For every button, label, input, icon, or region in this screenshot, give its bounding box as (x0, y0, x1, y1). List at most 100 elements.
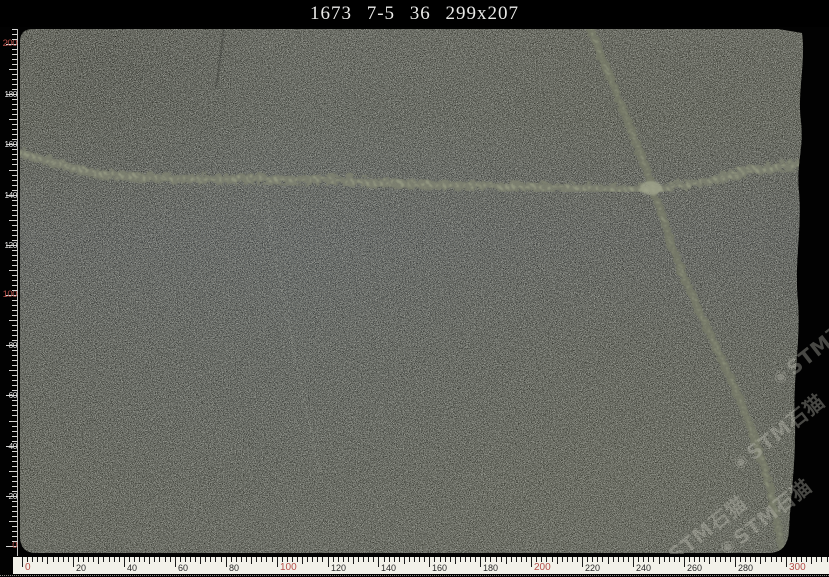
h-ruler-tick (546, 557, 547, 562)
h-ruler-tick (210, 557, 211, 562)
h-ruler-tick (628, 557, 629, 562)
h-ruler-tick (394, 557, 395, 562)
h-ruler-tick (755, 557, 756, 562)
h-ruler-tick (531, 557, 532, 567)
slab-edge-face (776, 498, 791, 554)
title-bar: 1673 7-5 36 299x207 (0, 0, 829, 27)
h-ruler-tick (470, 557, 471, 562)
h-ruler-tick (674, 557, 675, 562)
h-ruler-tick (83, 557, 84, 562)
v-ruler-tick (12, 129, 17, 130)
h-ruler-tick (745, 557, 746, 562)
h-ruler-label: 280 (738, 563, 753, 573)
h-ruler-tick (78, 557, 79, 562)
h-ruler-label: 200 (534, 563, 551, 573)
v-ruler-tick (12, 109, 17, 110)
slab-title: 1673 7-5 36 299x207 (310, 3, 519, 25)
h-ruler-tick (480, 557, 481, 567)
h-ruler-tick (27, 557, 28, 562)
h-ruler-tick (725, 557, 726, 562)
v-ruler-tick (12, 164, 17, 165)
v-ruler-tick (9, 119, 17, 120)
h-ruler-tick (567, 557, 568, 562)
v-ruler-tick (12, 159, 17, 160)
h-ruler-label: 260 (687, 563, 702, 573)
h-ruler-tick (811, 557, 812, 564)
h-ruler-tick (261, 557, 262, 562)
v-ruler-tick (9, 421, 17, 422)
v-ruler-tick (12, 235, 17, 236)
h-ruler-tick (109, 557, 110, 562)
v-ruler-label: 40 (1, 441, 17, 451)
v-ruler-tick (9, 170, 17, 171)
v-ruler-label: 200 (1, 39, 17, 49)
h-ruler-tick (485, 557, 486, 562)
h-ruler-label: 180 (483, 563, 498, 573)
v-ruler-label: 160 (1, 139, 17, 149)
h-ruler-tick (562, 557, 563, 562)
h-ruler-tick (159, 557, 160, 562)
h-ruler-tick (709, 557, 710, 564)
h-ruler-tick (317, 557, 318, 562)
h-ruler-tick (68, 557, 69, 562)
h-ruler-tick (414, 557, 415, 562)
v-ruler-label: 140 (1, 190, 17, 200)
v-ruler-tick (12, 190, 17, 191)
h-ruler-tick (251, 557, 252, 564)
v-ruler-tick (12, 205, 17, 206)
h-ruler-tick (450, 557, 451, 562)
h-ruler-label: 0 (25, 563, 31, 573)
horizontal-ruler-strip: 0204060801001201401601802002202402602803… (13, 557, 829, 574)
v-ruler-tick (12, 481, 17, 482)
h-ruler-tick (231, 557, 232, 562)
v-ruler-tick (12, 89, 17, 90)
h-ruler-tick (781, 557, 782, 562)
slab-canvas[interactable] (0, 0, 829, 577)
v-ruler-tick (12, 74, 17, 75)
h-ruler-tick (47, 557, 48, 564)
v-ruler-tick (12, 335, 17, 336)
h-ruler-tick (715, 557, 716, 562)
h-ruler-tick (618, 557, 619, 562)
h-ruler-tick (195, 557, 196, 562)
v-ruler-tick (12, 390, 17, 391)
h-ruler-tick (490, 557, 491, 562)
h-ruler-tick (455, 557, 456, 564)
v-ruler-tick (12, 250, 17, 251)
h-ruler-tick (434, 557, 435, 562)
v-ruler-label: 80 (1, 340, 17, 350)
v-ruler-tick (12, 456, 17, 457)
h-ruler-tick (322, 557, 323, 562)
v-ruler-tick (12, 180, 17, 181)
h-ruler-tick (409, 557, 410, 562)
v-ruler-tick (12, 84, 17, 85)
v-ruler-label: 20 (1, 491, 17, 501)
h-ruler-tick (114, 557, 115, 562)
h-ruler-label: 100 (280, 563, 297, 573)
h-ruler-tick (37, 557, 38, 562)
h-ruler-tick (384, 557, 385, 562)
h-ruler-tick (185, 557, 186, 562)
v-ruler-tick (12, 325, 17, 326)
h-ruler-tick (521, 557, 522, 562)
h-ruler-tick (465, 557, 466, 562)
h-ruler-tick (241, 557, 242, 562)
v-ruler-tick (12, 466, 17, 467)
h-ruler-tick (272, 557, 273, 562)
v-ruler-tick (12, 260, 17, 261)
h-ruler-tick (154, 557, 155, 562)
v-ruler-tick (12, 410, 17, 411)
h-ruler-tick (582, 557, 583, 567)
v-ruler-tick (9, 521, 17, 522)
h-ruler-tick (63, 557, 64, 562)
h-ruler-tick (246, 557, 247, 562)
v-ruler-tick (12, 330, 17, 331)
v-ruler-tick (12, 285, 17, 286)
v-ruler-tick (12, 405, 17, 406)
h-ruler-tick (404, 557, 405, 564)
h-ruler-tick (200, 557, 201, 564)
h-ruler-tick (475, 557, 476, 562)
h-ruler-tick (557, 557, 558, 564)
h-ruler-tick (424, 557, 425, 562)
h-ruler-tick (32, 557, 33, 562)
